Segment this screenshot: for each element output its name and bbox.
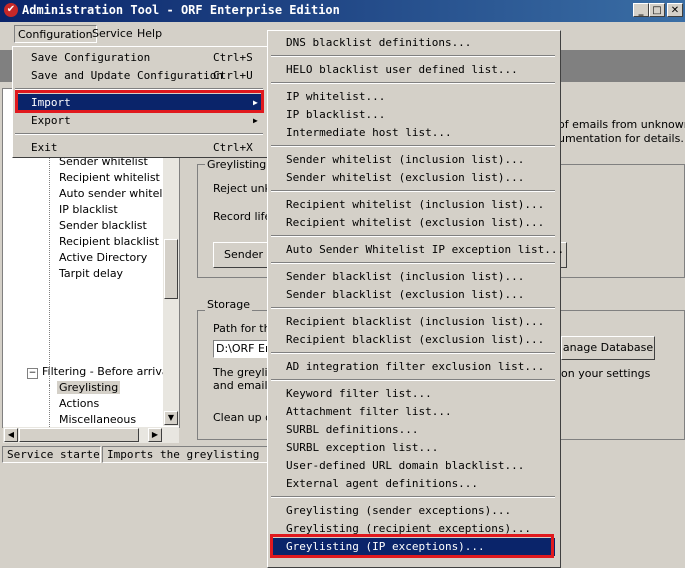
greylisting-groupbox-right [561,164,685,278]
menu-separator [271,496,555,498]
menu-separator [271,235,555,237]
import-item-sender-whitelist-exclusion-list[interactable]: Sender whitelist (exclusion list)... [271,169,555,187]
menu-item-save-configuration[interactable]: Save Configuration Ctrl+S [15,49,263,67]
import-item-sender-blacklist-inclusion-list[interactable]: Sender blacklist (inclusion list)... [271,268,555,286]
scroll-right-icon[interactable]: ▶ [148,428,162,442]
import-submenu: DNS blacklist definitions... HELO blackli… [267,30,564,568]
menu-item-exit[interactable]: Exit Ctrl+X [15,139,263,157]
scroll-thumb-h[interactable] [19,428,139,442]
tree-item-tarpit-delay[interactable]: Tarpit delay [59,267,123,280]
import-item-recipient-blacklist-inclusion-list[interactable]: Recipient blacklist (inclusion list)... [271,313,555,331]
tree-item-recipient-blacklist[interactable]: Recipient blacklist [59,235,159,248]
tree-item-greylisting[interactable]: Greylisting [57,381,121,394]
menu-separator [271,145,555,147]
tree-item-sender-blacklist[interactable]: Sender blacklist [59,219,147,232]
menu-separator [15,133,263,135]
menu-configuration[interactable]: Configuration [14,25,97,43]
scroll-down-icon[interactable]: ▼ [164,411,178,425]
tree-horizontal-scrollbar[interactable]: ◀ ▶ [3,427,179,443]
minimize-icon[interactable]: _ [633,3,649,17]
import-item-auto-sender-whitelist-ip-exception-list[interactable]: Auto Sender Whitelist IP exception list.… [271,241,564,259]
menu-item-save-update-configuration[interactable]: Save and Update Configuration Ctrl+U [15,67,263,85]
window-title: Administration Tool - ORF Enterprise Edi… [22,3,340,17]
import-item-ip-blacklist[interactable]: IP blacklist... [271,106,555,124]
submenu-arrow-icon: ▶ [253,116,258,125]
menu-item-label: Exit [31,141,58,154]
menu-item-label: Save and Update Configuration [31,69,224,82]
import-item-greylisting-recipient-exceptions[interactable]: Greylisting (recipient exceptions)... [271,520,555,538]
title-bar[interactable]: ✔ Administration Tool - ORF Enterprise E… [0,0,685,22]
import-item-sender-whitelist-inclusion-list[interactable]: Sender whitelist (inclusion list)... [271,151,555,169]
status-bar: Service started Imports the greylisting … [0,446,268,464]
import-item-ip-whitelist[interactable]: IP whitelist... [271,88,555,106]
import-item-attachment-filter-list[interactable]: Attachment filter list... [271,403,555,421]
tree-item-ip-blacklist[interactable]: IP blacklist [59,203,118,216]
import-item-surbl-exception-list[interactable]: SURBL exception list... [271,439,555,457]
import-item-external-agent-definitions[interactable]: External agent definitions... [271,475,555,493]
import-item-keyword-filter-list[interactable]: Keyword filter list... [271,385,555,403]
configuration-menu: Save Configuration Ctrl+S Save and Updat… [12,46,268,158]
menu-separator [271,379,555,381]
menu-service-label: Service [92,27,133,40]
import-item-dns-blacklist-definitions[interactable]: DNS blacklist definitions... [271,34,555,52]
menu-separator [271,55,555,57]
menu-help-label: Help [137,27,163,40]
close-icon[interactable]: ✕ [667,3,683,17]
menu-item-shortcut: Ctrl+S [213,51,253,64]
tree-item-actions[interactable]: Actions [59,397,99,410]
menu-item-label: Save Configuration [31,51,151,64]
menu-item-shortcut: Ctrl+U [213,69,253,82]
intro-text: of emails from unknown umentation for de… [558,118,685,146]
status-hint: Imports the greylisting IP [102,446,268,463]
scroll-left-icon[interactable]: ◀ [4,428,18,442]
menu-separator [271,307,555,309]
menu-separator [271,190,555,192]
intro-line-2: umentation for details. [558,132,684,145]
tree-item-active-directory[interactable]: Active Directory [59,251,147,264]
intro-line-1: of emails from unknown [558,118,685,131]
tree-item-auto-sender-whitelist[interactable]: Auto sender whitelist [59,187,176,200]
menu-service[interactable]: Service [89,25,136,43]
import-item-recipient-blacklist-exclusion-list[interactable]: Recipient blacklist (exclusion list)... [271,331,555,349]
greylist-note-line1: The greylis [213,366,274,379]
menu-separator [271,262,555,264]
collapse-icon[interactable]: − [27,368,38,379]
scroll-thumb[interactable] [164,239,178,299]
app-shield-icon[interactable]: ✔ [4,3,18,17]
tree-group-label: Filtering - Before arrival [42,365,172,378]
import-item-recipient-whitelist-exclusion-list[interactable]: Recipient whitelist (exclusion list)... [271,214,555,232]
import-item-surbl-definitions[interactable]: SURBL definitions... [271,421,555,439]
status-service: Service started [2,446,101,463]
maximize-icon[interactable]: □ [649,3,665,17]
tree-connector [49,385,50,427]
manage-database-button[interactable]: anage Database [561,336,655,360]
tree-item-recipient-whitelist[interactable]: Recipient whitelist [59,171,160,184]
menu-item-label: Export [31,114,71,127]
import-item-recipient-whitelist-inclusion-list[interactable]: Recipient whitelist (inclusion list)... [271,196,555,214]
menu-separator [15,88,263,90]
tree-connector [49,149,50,385]
import-item-greylisting-ip-exceptions[interactable]: Greylisting (IP exceptions)... [271,538,555,556]
menu-item-import[interactable]: Import ▶ [15,94,263,112]
import-item-sender-blacklist-exclusion-list[interactable]: Sender blacklist (exclusion list)... [271,286,555,304]
path-label: Path for th [213,322,271,335]
import-item-user-defined-url-domain-blacklist[interactable]: User-defined URL domain blacklist... [271,457,555,475]
import-item-ad-integration-filter-exclusion-list[interactable]: AD integration filter exclusion list... [271,358,555,376]
menu-item-export[interactable]: Export ▶ [15,112,263,130]
import-item-greylisting-sender-exceptions[interactable]: Greylisting (sender exceptions)... [271,502,555,520]
settings-note: on your settings [561,367,651,380]
import-item-helo-blacklist-user-defined-list[interactable]: HELO blacklist user defined list... [271,61,555,79]
path-input[interactable]: D:\ORF Ent [213,340,273,358]
sender-exceptions-button[interactable]: Sender E [213,242,273,268]
menu-help[interactable]: Help [134,25,165,43]
menu-separator [271,352,555,354]
submenu-arrow-icon: ▶ [253,98,258,107]
menu-item-shortcut: Ctrl+X [213,141,253,154]
menu-configuration-label: Configuration [18,28,93,41]
tree-item-miscellaneous[interactable]: Miscellaneous [59,413,136,426]
storage-group-label: Storage [205,298,253,311]
import-item-intermediate-host-list[interactable]: Intermediate host list... [271,124,555,142]
menu-item-label: Import [31,96,71,109]
menu-separator [271,82,555,84]
